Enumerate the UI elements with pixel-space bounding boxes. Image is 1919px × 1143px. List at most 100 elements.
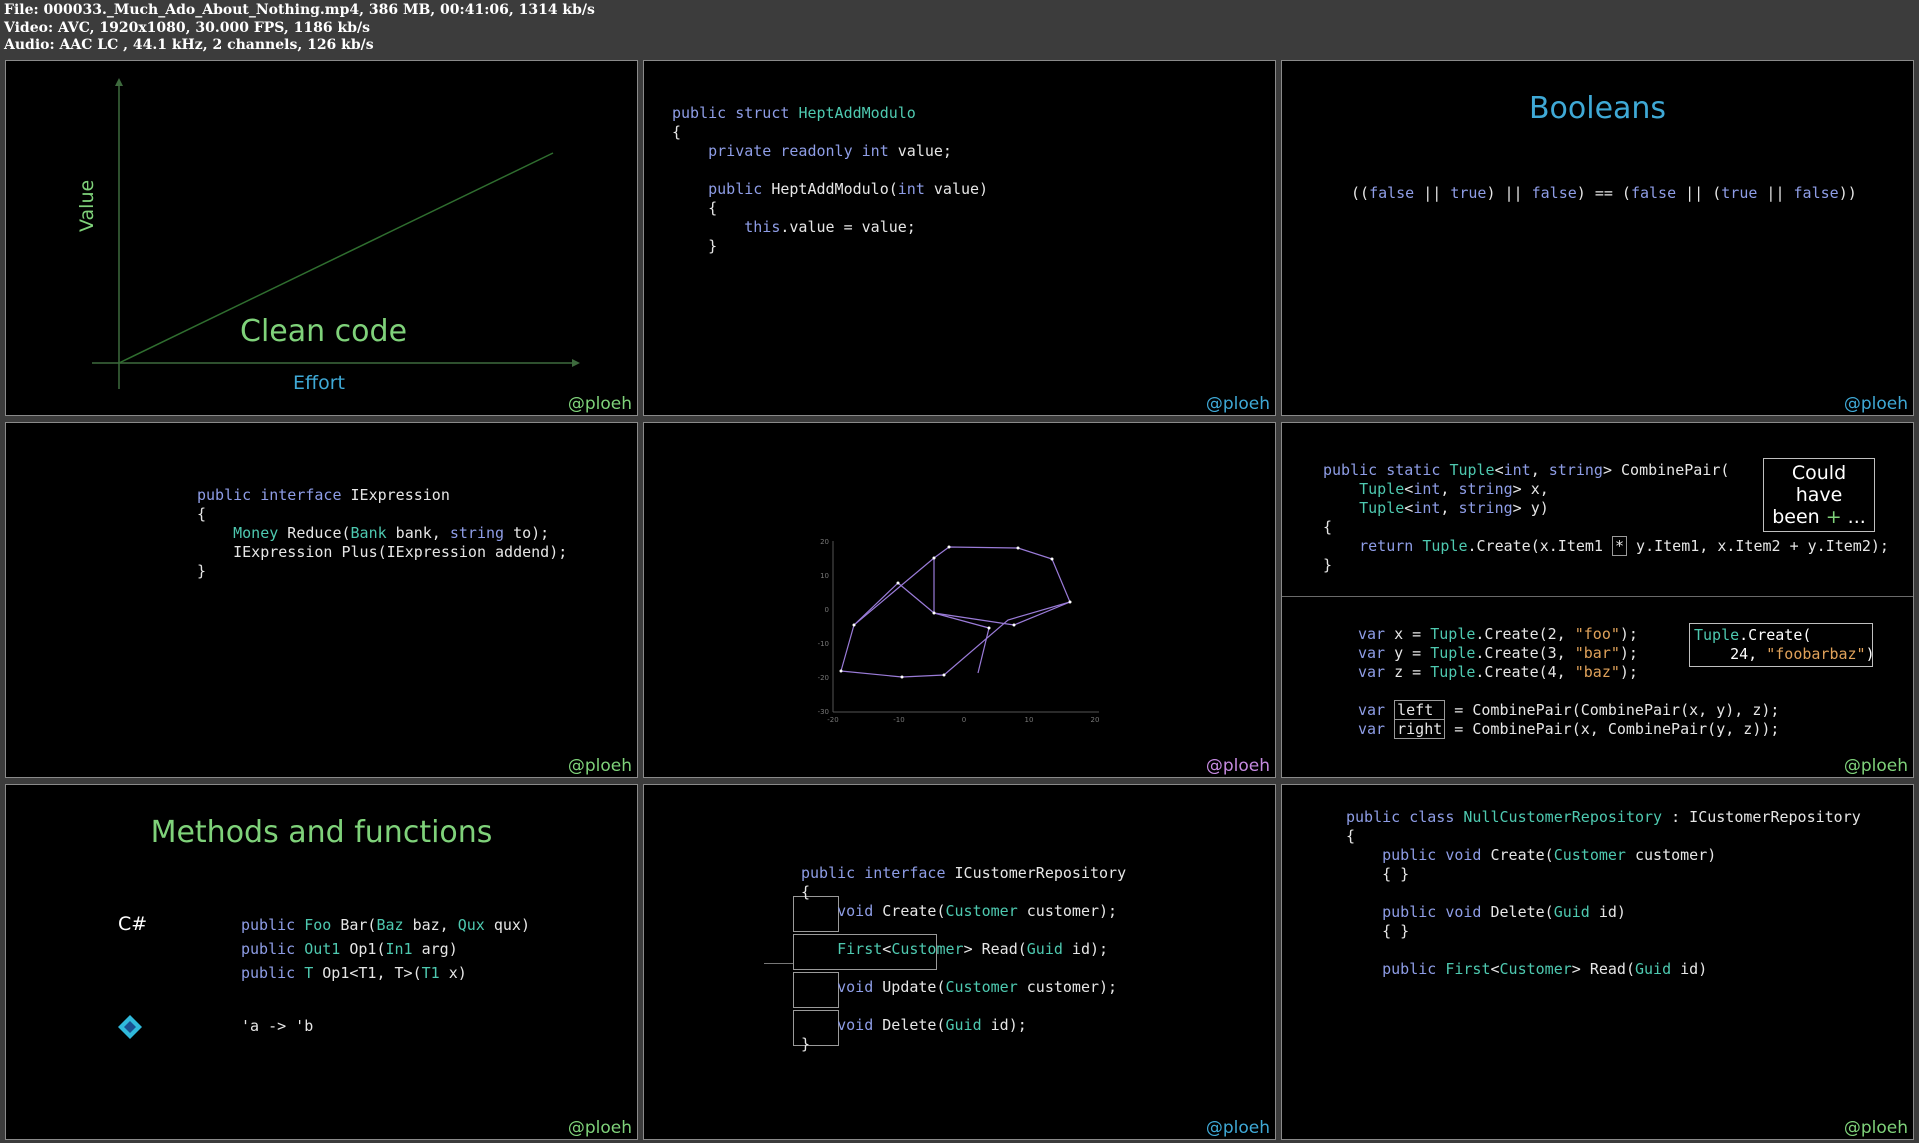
video-info-line: Video: AVC, 1920x1080, 30.000 FPS, 1186 … bbox=[4, 19, 370, 36]
tuple-result-callout: Tuple.Create( 24, "foobarbaz") bbox=[1689, 623, 1875, 667]
code-line: void Update(Customer customer); bbox=[801, 978, 1118, 996]
vertex bbox=[932, 556, 936, 560]
code-line: { bbox=[1346, 827, 1356, 845]
ploeh-handle: @ploeh bbox=[1205, 394, 1270, 414]
code-line: this.value = value; bbox=[672, 218, 916, 236]
fsharp-signature: 'a -> 'b bbox=[241, 1017, 314, 1035]
code-line: public Foo Bar(Baz baz, Qux qux) bbox=[241, 916, 530, 934]
y-tick-label: -20 bbox=[818, 674, 829, 682]
y-axis-label: Value bbox=[76, 179, 98, 232]
ploeh-handle: @ploeh bbox=[1205, 756, 1270, 776]
code-line: Tuple<int, string> y) bbox=[1359, 499, 1549, 517]
code-line: Money Reduce(Bank bank, string to); bbox=[233, 524, 550, 542]
plot-x-ticks: -20 -10 0 10 20 bbox=[827, 716, 1099, 724]
y-tick-label: 10 bbox=[820, 572, 829, 580]
code-line: var y = Tuple.Create(3, "bar"); bbox=[1358, 644, 1638, 662]
hept-add-modulo-code: public struct HeptAddModulo { private re… bbox=[672, 104, 988, 256]
clean-code-title: Clean code bbox=[240, 314, 408, 349]
code-line: public interface IExpression bbox=[197, 486, 450, 504]
thumbnail-icustomer-repository[interactable]: public interface ICustomerRepository { v… bbox=[643, 784, 1276, 1140]
code-line: Tuple<int, string> x, bbox=[1359, 480, 1549, 498]
code-line: public First<Customer> Read(Guid id) bbox=[1346, 960, 1708, 978]
code-line: } bbox=[801, 1035, 811, 1053]
code-line: void Delete(Guid id); bbox=[801, 1016, 1027, 1034]
thumbnail-null-customer-repository[interactable]: public class NullCustomerRepository : IC… bbox=[1281, 784, 1914, 1140]
ploeh-handle: @ploeh bbox=[1843, 394, 1908, 414]
ploeh-handle: @ploeh bbox=[1205, 1118, 1270, 1138]
vertex bbox=[900, 675, 904, 679]
vertex bbox=[1012, 623, 1016, 627]
connector-line bbox=[764, 963, 793, 964]
code-line: public interface ICustomerRepository bbox=[801, 864, 1127, 882]
thumbnail-booleans[interactable]: Booleans ((false || true) || false) == (… bbox=[1281, 60, 1914, 416]
vertex bbox=[932, 611, 936, 615]
thumbnail-methods-and-functions[interactable]: Methods and functions C# public Foo Bar(… bbox=[5, 784, 638, 1140]
ploeh-handle: @ploeh bbox=[1843, 1118, 1908, 1138]
code-line: var right = CombinePair(x, CombinePair(y… bbox=[1358, 719, 1780, 739]
polytope-edge bbox=[853, 582, 899, 626]
vertex bbox=[839, 669, 843, 673]
code-line: public HeptAddModulo(int value) bbox=[672, 180, 989, 198]
methods-functions-title: Methods and functions bbox=[150, 815, 493, 850]
could-have-been-callout: Could have been + ... bbox=[1763, 458, 1875, 532]
polytope-edge bbox=[933, 612, 1015, 626]
code-line: { bbox=[672, 199, 718, 217]
x-tick-label: 0 bbox=[962, 716, 966, 724]
y-tick-label: -10 bbox=[818, 640, 829, 648]
code-line: public Out1 Op1(In1 arg) bbox=[241, 940, 458, 958]
thumbnail-polytope-plot[interactable]: -20 -10 0 10 20 20 10 0 -10 -20 -30 @plo… bbox=[643, 422, 1276, 778]
vertex bbox=[1068, 600, 1072, 604]
code-line: public struct HeptAddModulo bbox=[672, 104, 916, 122]
code-line: { bbox=[1323, 518, 1333, 536]
y-tick-label: 20 bbox=[820, 538, 829, 546]
code-line: { bbox=[672, 123, 682, 141]
booleans-expression: ((false || true) || false) == (false || … bbox=[1351, 184, 1857, 202]
callout-line: been + ... bbox=[1772, 506, 1866, 528]
code-line: { } bbox=[1346, 922, 1410, 940]
ploeh-handle: @ploeh bbox=[1843, 756, 1908, 776]
x-tick-label: 10 bbox=[1025, 716, 1034, 724]
thumbnail-iexpression[interactable]: public interface IExpression { Money Red… bbox=[5, 422, 638, 778]
code-line: public void Delete(Guid id) bbox=[1346, 903, 1626, 921]
callout-line: Tuple.Create( bbox=[1694, 626, 1812, 644]
code-line: } bbox=[672, 237, 718, 255]
code-line: public static Tuple<int, string> Combine… bbox=[1323, 461, 1730, 479]
vertex bbox=[896, 581, 900, 585]
thumbnail-clean-code[interactable]: Clean code Effort Value @ploeh bbox=[5, 60, 638, 416]
x-tick-label: -20 bbox=[827, 716, 838, 724]
file-info-line: File: 000033._Much_Ado_About_Nothing.mp4… bbox=[4, 2, 595, 18]
code-line: { bbox=[801, 883, 811, 901]
thumbnail-hept-add-modulo[interactable]: public struct HeptAddModulo { private re… bbox=[643, 60, 1276, 416]
fsharp-logo-icon bbox=[118, 1015, 142, 1039]
polytope-outline bbox=[840, 546, 1071, 678]
thumbnail-grid: Clean code Effort Value @ploeh public st… bbox=[5, 60, 1914, 1140]
vertex bbox=[947, 545, 951, 549]
polytope-edge bbox=[977, 627, 990, 674]
csharp-label: C# bbox=[118, 913, 148, 935]
code-line: void Create(Customer customer); bbox=[801, 902, 1118, 920]
audio-info-line: Audio: AAC LC , 44.1 kHz, 2 channels, 12… bbox=[4, 37, 374, 53]
null-customer-repository-code: public class NullCustomerRepository : IC… bbox=[1346, 808, 1861, 979]
code-line: First<Customer> Read(Guid id); bbox=[837, 940, 1109, 958]
plot-y-ticks: 20 10 0 -10 -20 -30 bbox=[818, 538, 829, 716]
y-tick-label: -30 bbox=[818, 708, 829, 716]
clean-code-graph bbox=[92, 78, 580, 389]
code-line: IExpression Plus(IExpression addend); bbox=[197, 543, 568, 561]
code-line: } bbox=[197, 562, 207, 580]
thumbnail-combine-pair[interactable]: public static Tuple<int, string> Combine… bbox=[1281, 422, 1914, 778]
polytope-plot: -20 -10 0 10 20 20 10 0 -10 -20 -30 bbox=[818, 538, 1100, 724]
polytope-edge bbox=[897, 582, 935, 614]
x-axis-label: Effort bbox=[293, 372, 345, 394]
code-line: var left = CombinePair(CombinePair(x, y)… bbox=[1358, 700, 1780, 720]
vertex bbox=[987, 626, 991, 630]
x-axis-arrow bbox=[572, 359, 580, 367]
callout-line: 24, "foobarbaz") bbox=[1694, 645, 1875, 663]
code-line: public T Op1<T1, T>(T1 x) bbox=[241, 964, 467, 982]
x-tick-label: -10 bbox=[893, 716, 904, 724]
x-tick-label: 20 bbox=[1091, 716, 1100, 724]
y-tick-label: 0 bbox=[825, 606, 829, 614]
vertex bbox=[1016, 546, 1020, 550]
code-line: return Tuple.Create(x.Item1 * y.Item1, x… bbox=[1323, 536, 1889, 556]
vertex bbox=[852, 623, 856, 627]
vertex bbox=[1050, 557, 1054, 561]
